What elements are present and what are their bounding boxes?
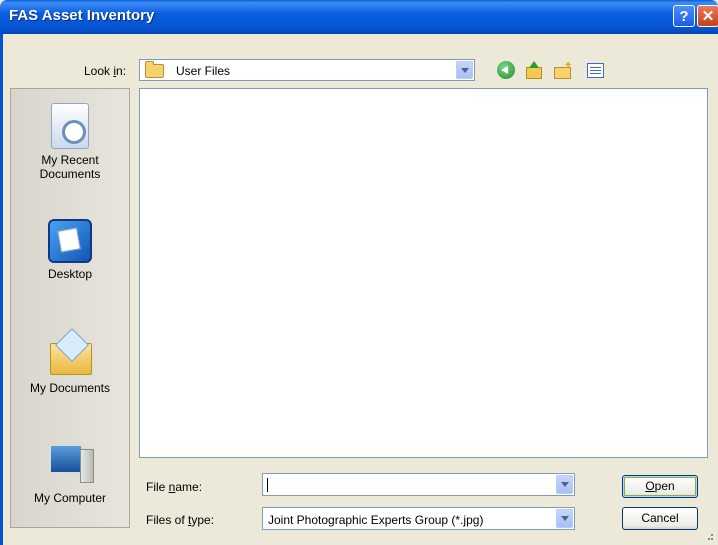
place-label: My Documents: [29, 381, 111, 395]
place-my-documents[interactable]: My Documents: [11, 329, 129, 395]
title-bar: FAS Asset Inventory ? ✕: [0, 0, 718, 34]
place-label: My Computer: [33, 491, 107, 505]
views-menu-icon[interactable]: [587, 63, 604, 78]
window-title: FAS Asset Inventory: [9, 7, 155, 24]
back-icon[interactable]: [497, 61, 515, 79]
up-folder-icon[interactable]: [524, 61, 542, 79]
file-type-dropdown[interactable]: Joint Photographic Experts Group (*.jpg): [262, 507, 575, 530]
file-name-input[interactable]: [262, 473, 575, 496]
look-in-value: User Files: [176, 64, 231, 78]
file-name-label: File name:: [146, 480, 203, 494]
recent-documents-icon: [51, 103, 89, 149]
look-in-label: Look in:: [84, 64, 127, 78]
place-label: My Recent Documents: [39, 153, 101, 181]
places-bar: My Recent Documents Desktop My Documents…: [10, 88, 130, 528]
resize-grip-icon[interactable]: [709, 532, 715, 542]
chevron-down-icon[interactable]: [556, 509, 573, 528]
text-caret: [267, 478, 268, 492]
desktop-icon: [48, 219, 92, 263]
look-in-dropdown[interactable]: User Files: [139, 59, 475, 81]
file-type-value: Joint Photographic Experts Group (*.jpg): [268, 513, 484, 527]
folder-icon: [145, 61, 164, 78]
place-desktop[interactable]: Desktop: [11, 219, 129, 281]
file-type-label: Files of type:: [146, 513, 215, 527]
close-button[interactable]: ✕: [697, 5, 718, 27]
chevron-down-icon[interactable]: [456, 61, 473, 79]
help-button[interactable]: ?: [673, 5, 695, 27]
chevron-down-icon[interactable]: [556, 475, 573, 494]
open-button[interactable]: Open: [622, 475, 698, 498]
place-recent-documents[interactable]: My Recent Documents: [11, 103, 129, 181]
place-my-computer[interactable]: My Computer: [11, 439, 129, 505]
my-computer-icon: [46, 439, 94, 487]
new-folder-icon[interactable]: ✦: [553, 61, 572, 79]
my-documents-icon: [46, 329, 94, 377]
cancel-button[interactable]: Cancel: [622, 507, 698, 530]
file-list[interactable]: [139, 88, 708, 458]
place-label: Desktop: [47, 267, 93, 281]
